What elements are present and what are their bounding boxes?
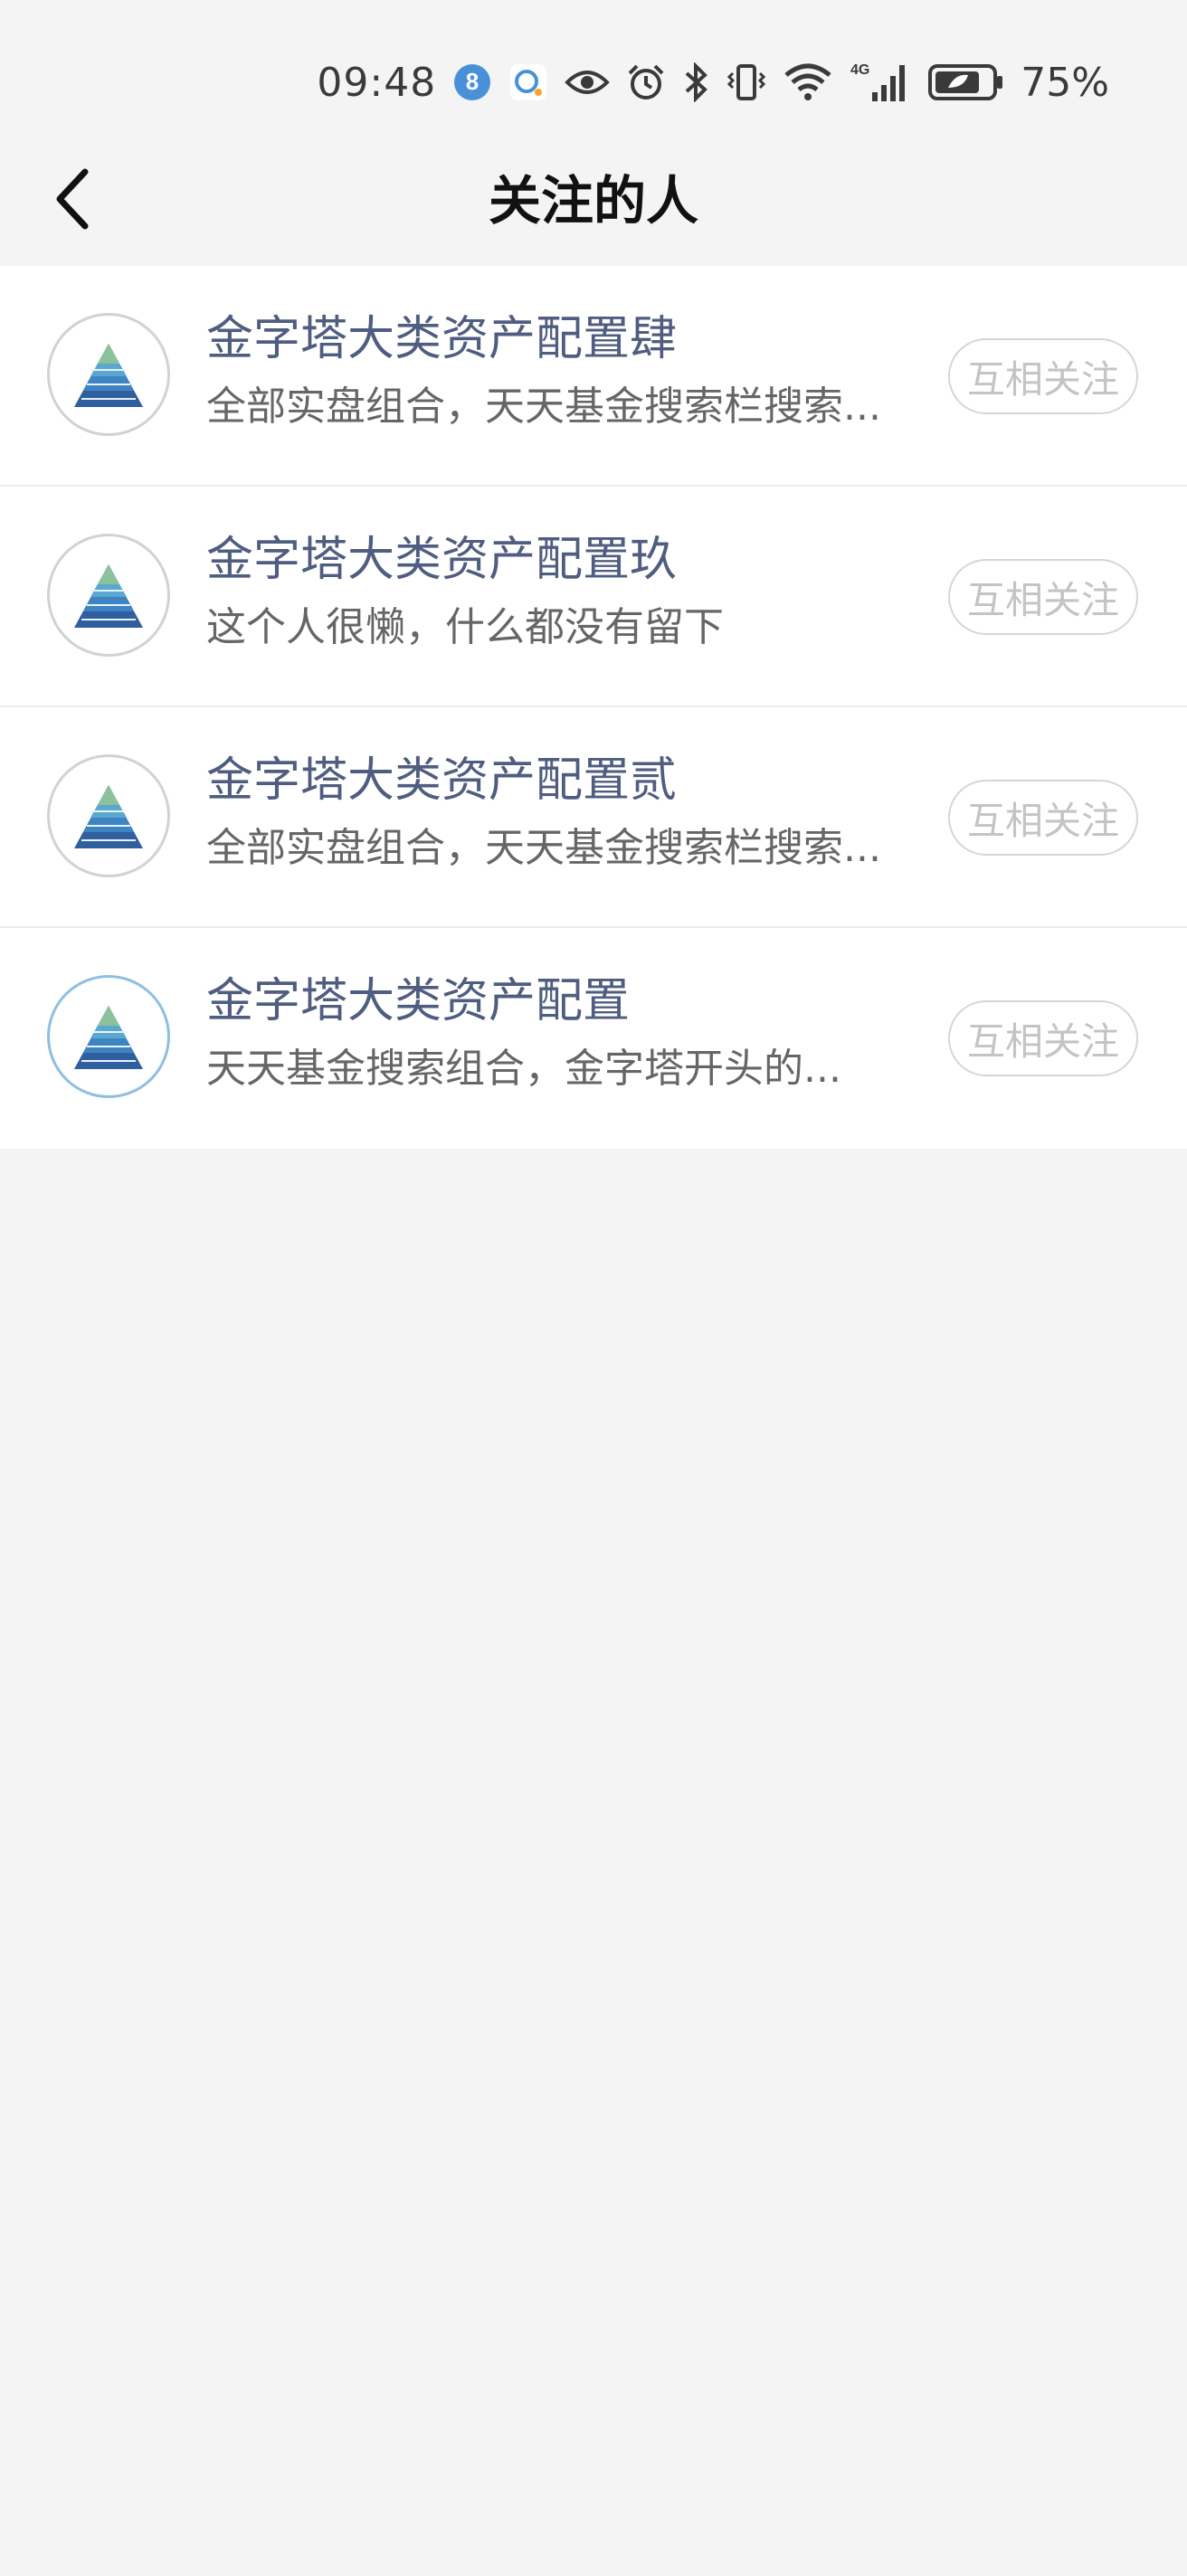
- network-type-label: 4G: [850, 62, 869, 78]
- list-item[interactable]: 金字塔大类资产配置 天天基金搜索组合，金字塔开头的... 互相关注: [0, 928, 1187, 1149]
- battery-icon: [928, 62, 1004, 102]
- chat-icon: [508, 62, 548, 102]
- user-name[interactable]: 金字塔大类资产配置玖: [206, 528, 677, 592]
- mutual-follow-button[interactable]: 互相关注: [948, 338, 1138, 414]
- mutual-follow-button[interactable]: 互相关注: [948, 559, 1138, 635]
- avatar[interactable]: [47, 313, 170, 436]
- status-icons: 09:48 8 4G 75%: [317, 52, 1109, 112]
- avatar[interactable]: [47, 754, 170, 877]
- pyramid-avatar-icon: [74, 785, 143, 848]
- avatar[interactable]: [47, 975, 170, 1098]
- avatar[interactable]: [47, 534, 170, 657]
- notification-badge-icon: 8: [452, 62, 492, 102]
- user-description: 这个人很懒，什么都没有留下: [206, 604, 724, 650]
- list-item[interactable]: 金字塔大类资产配置肆 全部实盘组合，天天基金搜索栏搜索... 互相关注: [0, 266, 1187, 487]
- mutual-follow-button[interactable]: 互相关注: [948, 1000, 1138, 1076]
- bluetooth-icon: [682, 62, 709, 102]
- badge-number: 8: [466, 68, 479, 95]
- list-item[interactable]: 金字塔大类资产配置玖 这个人很懒，什么都没有留下 互相关注: [0, 487, 1187, 707]
- wifi-icon: [783, 62, 832, 102]
- pyramid-avatar-icon: [74, 1006, 143, 1069]
- vibrate-icon: [726, 62, 767, 102]
- user-name[interactable]: 金字塔大类资产配置贰: [206, 749, 677, 812]
- page-title: 关注的人: [488, 170, 698, 232]
- user-description: 全部实盘组合，天天基金搜索栏搜索...: [206, 384, 881, 430]
- user-name[interactable]: 金字塔大类资产配置肆: [206, 308, 677, 371]
- header: 关注的人: [0, 136, 1187, 266]
- status-bar: 09:48 8 4G 75%: [0, 0, 1187, 136]
- battery-percent: 75%: [1021, 59, 1109, 106]
- user-description: 天天基金搜索组合，金字塔开头的...: [206, 1046, 841, 1092]
- status-time: 09:48: [317, 59, 437, 106]
- mutual-follow-button[interactable]: 互相关注: [948, 780, 1138, 856]
- user-name[interactable]: 金字塔大类资产配置: [206, 970, 630, 1033]
- pyramid-avatar-icon: [74, 564, 143, 628]
- eye-icon: [565, 64, 611, 100]
- alarm-icon: [626, 62, 666, 102]
- user-description: 全部实盘组合，天天基金搜索栏搜索...: [206, 825, 881, 871]
- pyramid-avatar-icon: [74, 344, 143, 407]
- cellular-signal-icon: 4G: [849, 60, 912, 105]
- follow-list: 金字塔大类资产配置肆 全部实盘组合，天天基金搜索栏搜索... 互相关注 金字塔大…: [0, 266, 1187, 1149]
- list-item[interactable]: 金字塔大类资产配置贰 全部实盘组合，天天基金搜索栏搜索... 互相关注: [0, 707, 1187, 928]
